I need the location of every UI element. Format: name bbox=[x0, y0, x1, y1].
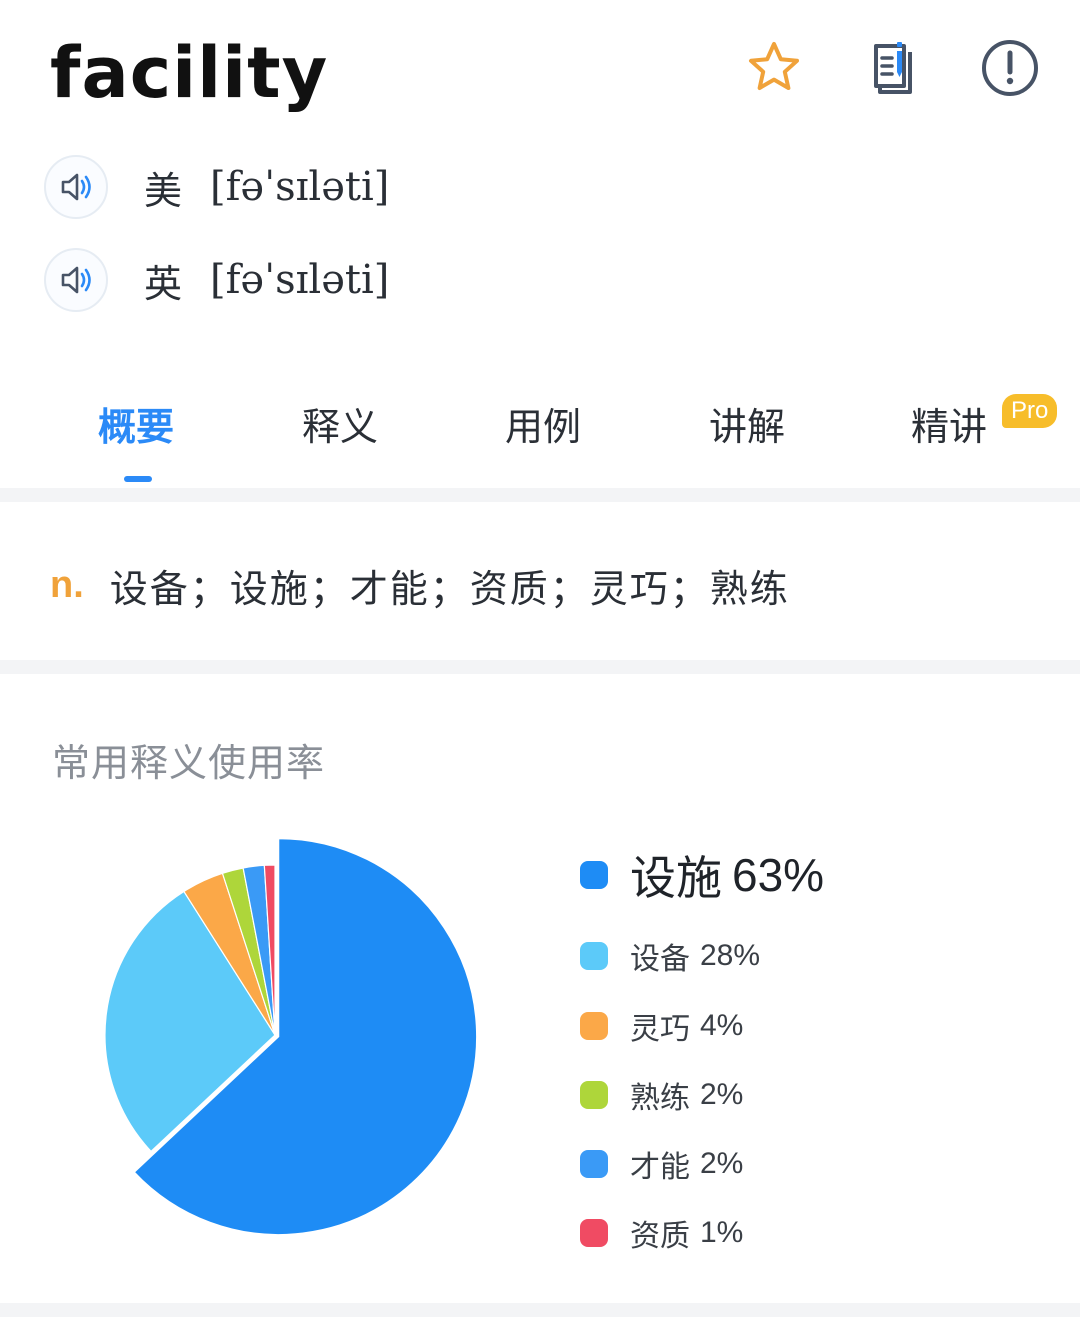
speaker-us-button[interactable] bbox=[44, 155, 108, 219]
ipa-us: [fəˈsɪləti] bbox=[210, 164, 390, 210]
legend-item: 才能 2% bbox=[580, 1142, 743, 1186]
active-tab-indicator bbox=[124, 476, 152, 482]
tab-pro-lecture[interactable]: 精讲 bbox=[911, 396, 987, 451]
legend-item: 设备 28% bbox=[580, 934, 760, 978]
headword: facility bbox=[50, 32, 329, 114]
legend-value: 2% bbox=[700, 1078, 744, 1111]
legend-swatch bbox=[580, 1081, 608, 1109]
speaker-icon bbox=[61, 173, 91, 201]
legend-label: 熟练 bbox=[630, 1081, 690, 1116]
legend-label: 才能 bbox=[630, 1150, 690, 1185]
legend-item: 设施 63% bbox=[580, 842, 824, 908]
legend-swatch bbox=[580, 942, 608, 970]
tab-examples[interactable]: 用例 bbox=[505, 396, 581, 451]
divider bbox=[0, 488, 1080, 502]
wordbook-icon[interactable] bbox=[862, 38, 922, 98]
legend-value: 28% bbox=[700, 939, 761, 972]
legend-label: 灵巧 bbox=[630, 1012, 690, 1047]
star-icon[interactable] bbox=[744, 38, 804, 98]
legend-item: 资质 1% bbox=[580, 1211, 743, 1255]
part-of-speech: n. bbox=[50, 564, 84, 606]
legend-value: 2% bbox=[700, 1147, 744, 1180]
tab-bar: 概要 释义 用例 讲解 精讲 Pro bbox=[0, 380, 1080, 488]
tab-definitions[interactable]: 释义 bbox=[302, 396, 378, 451]
divider bbox=[0, 660, 1080, 674]
word-header: facility 美 [fəˈsɪləti] 英 [fəˈsɪləti] bbox=[0, 0, 1080, 340]
legend-value: 1% bbox=[700, 1216, 744, 1249]
legend-swatch bbox=[580, 1219, 608, 1247]
legend-swatch bbox=[580, 1150, 608, 1178]
legend-label: 资质 bbox=[630, 1219, 690, 1254]
legend-value: 4% bbox=[700, 1009, 744, 1042]
divider bbox=[0, 1303, 1080, 1317]
tab-explanation[interactable]: 讲解 bbox=[709, 396, 785, 451]
header-actions bbox=[744, 38, 1040, 98]
ipa-uk: [fəˈsɪləti] bbox=[210, 257, 390, 303]
usage-section-title: 常用释义使用率 bbox=[52, 741, 326, 785]
legend-label: 设施 bbox=[630, 851, 722, 905]
definition-text: 设备；设施；才能；资质；灵巧；熟练 bbox=[109, 567, 790, 611]
definition-row: n. 设备；设施；才能；资质；灵巧；熟练 bbox=[50, 558, 790, 613]
feedback-icon[interactable] bbox=[980, 38, 1040, 98]
speaker-icon bbox=[61, 266, 91, 294]
legend-label: 设备 bbox=[630, 942, 690, 977]
legend-value: 63% bbox=[732, 849, 825, 901]
pronunciation-us: 美 [fəˈsɪləti] bbox=[44, 155, 389, 219]
tab-overview[interactable]: 概要 bbox=[98, 396, 174, 451]
usage-pie-chart bbox=[104, 837, 478, 1236]
speaker-uk-button[interactable] bbox=[44, 248, 108, 312]
legend-swatch bbox=[580, 861, 608, 889]
legend-item: 灵巧 4% bbox=[580, 1004, 743, 1048]
legend-item: 熟练 2% bbox=[580, 1073, 743, 1117]
legend-swatch bbox=[580, 1012, 608, 1040]
pronunciation-uk: 英 [fəˈsɪləti] bbox=[44, 248, 389, 312]
region-label-uk: 英 bbox=[144, 261, 183, 306]
pro-badge: Pro bbox=[1002, 394, 1058, 428]
region-label-us: 美 bbox=[144, 168, 183, 213]
